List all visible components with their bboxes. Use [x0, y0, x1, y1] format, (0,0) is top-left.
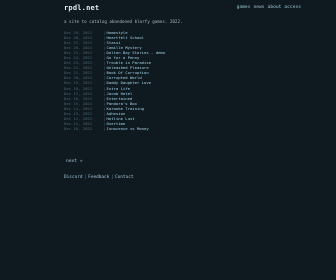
- next-page-link[interactable]: next »: [66, 159, 83, 164]
- footer-separator: |: [110, 175, 114, 180]
- game-list-item: Dec 10, 2021 | Innocence vs Money: [64, 126, 274, 131]
- nav-news[interactable]: news: [253, 5, 264, 10]
- site-logo[interactable]: rpdl.net: [64, 4, 99, 12]
- site-tagline: a site to catalog abandoned blorfy games…: [64, 19, 183, 24]
- page: rpdl.net games news about access a site …: [0, 0, 336, 280]
- footer-feedback-link[interactable]: Feedback: [88, 175, 109, 180]
- footer: Discord | Feedback | Contact: [64, 175, 134, 180]
- row-separator: |: [103, 125, 106, 131]
- footer-discord-link[interactable]: Discord: [64, 175, 83, 180]
- footer-separator: |: [84, 175, 87, 180]
- game-list: Dec 29, 2021 | Homestyle Dec 28, 2021 | Heart…: [64, 30, 274, 131]
- nav-games[interactable]: games: [237, 5, 251, 10]
- top-nav: games news about access: [237, 5, 301, 10]
- nav-access[interactable]: access: [284, 5, 301, 10]
- game-date: Dec 10, 2021: [64, 125, 93, 131]
- game-title-link[interactable]: Innocence vs Money: [107, 126, 149, 131]
- footer-contact-link[interactable]: Contact: [115, 175, 134, 180]
- nav-about[interactable]: about: [268, 5, 282, 10]
